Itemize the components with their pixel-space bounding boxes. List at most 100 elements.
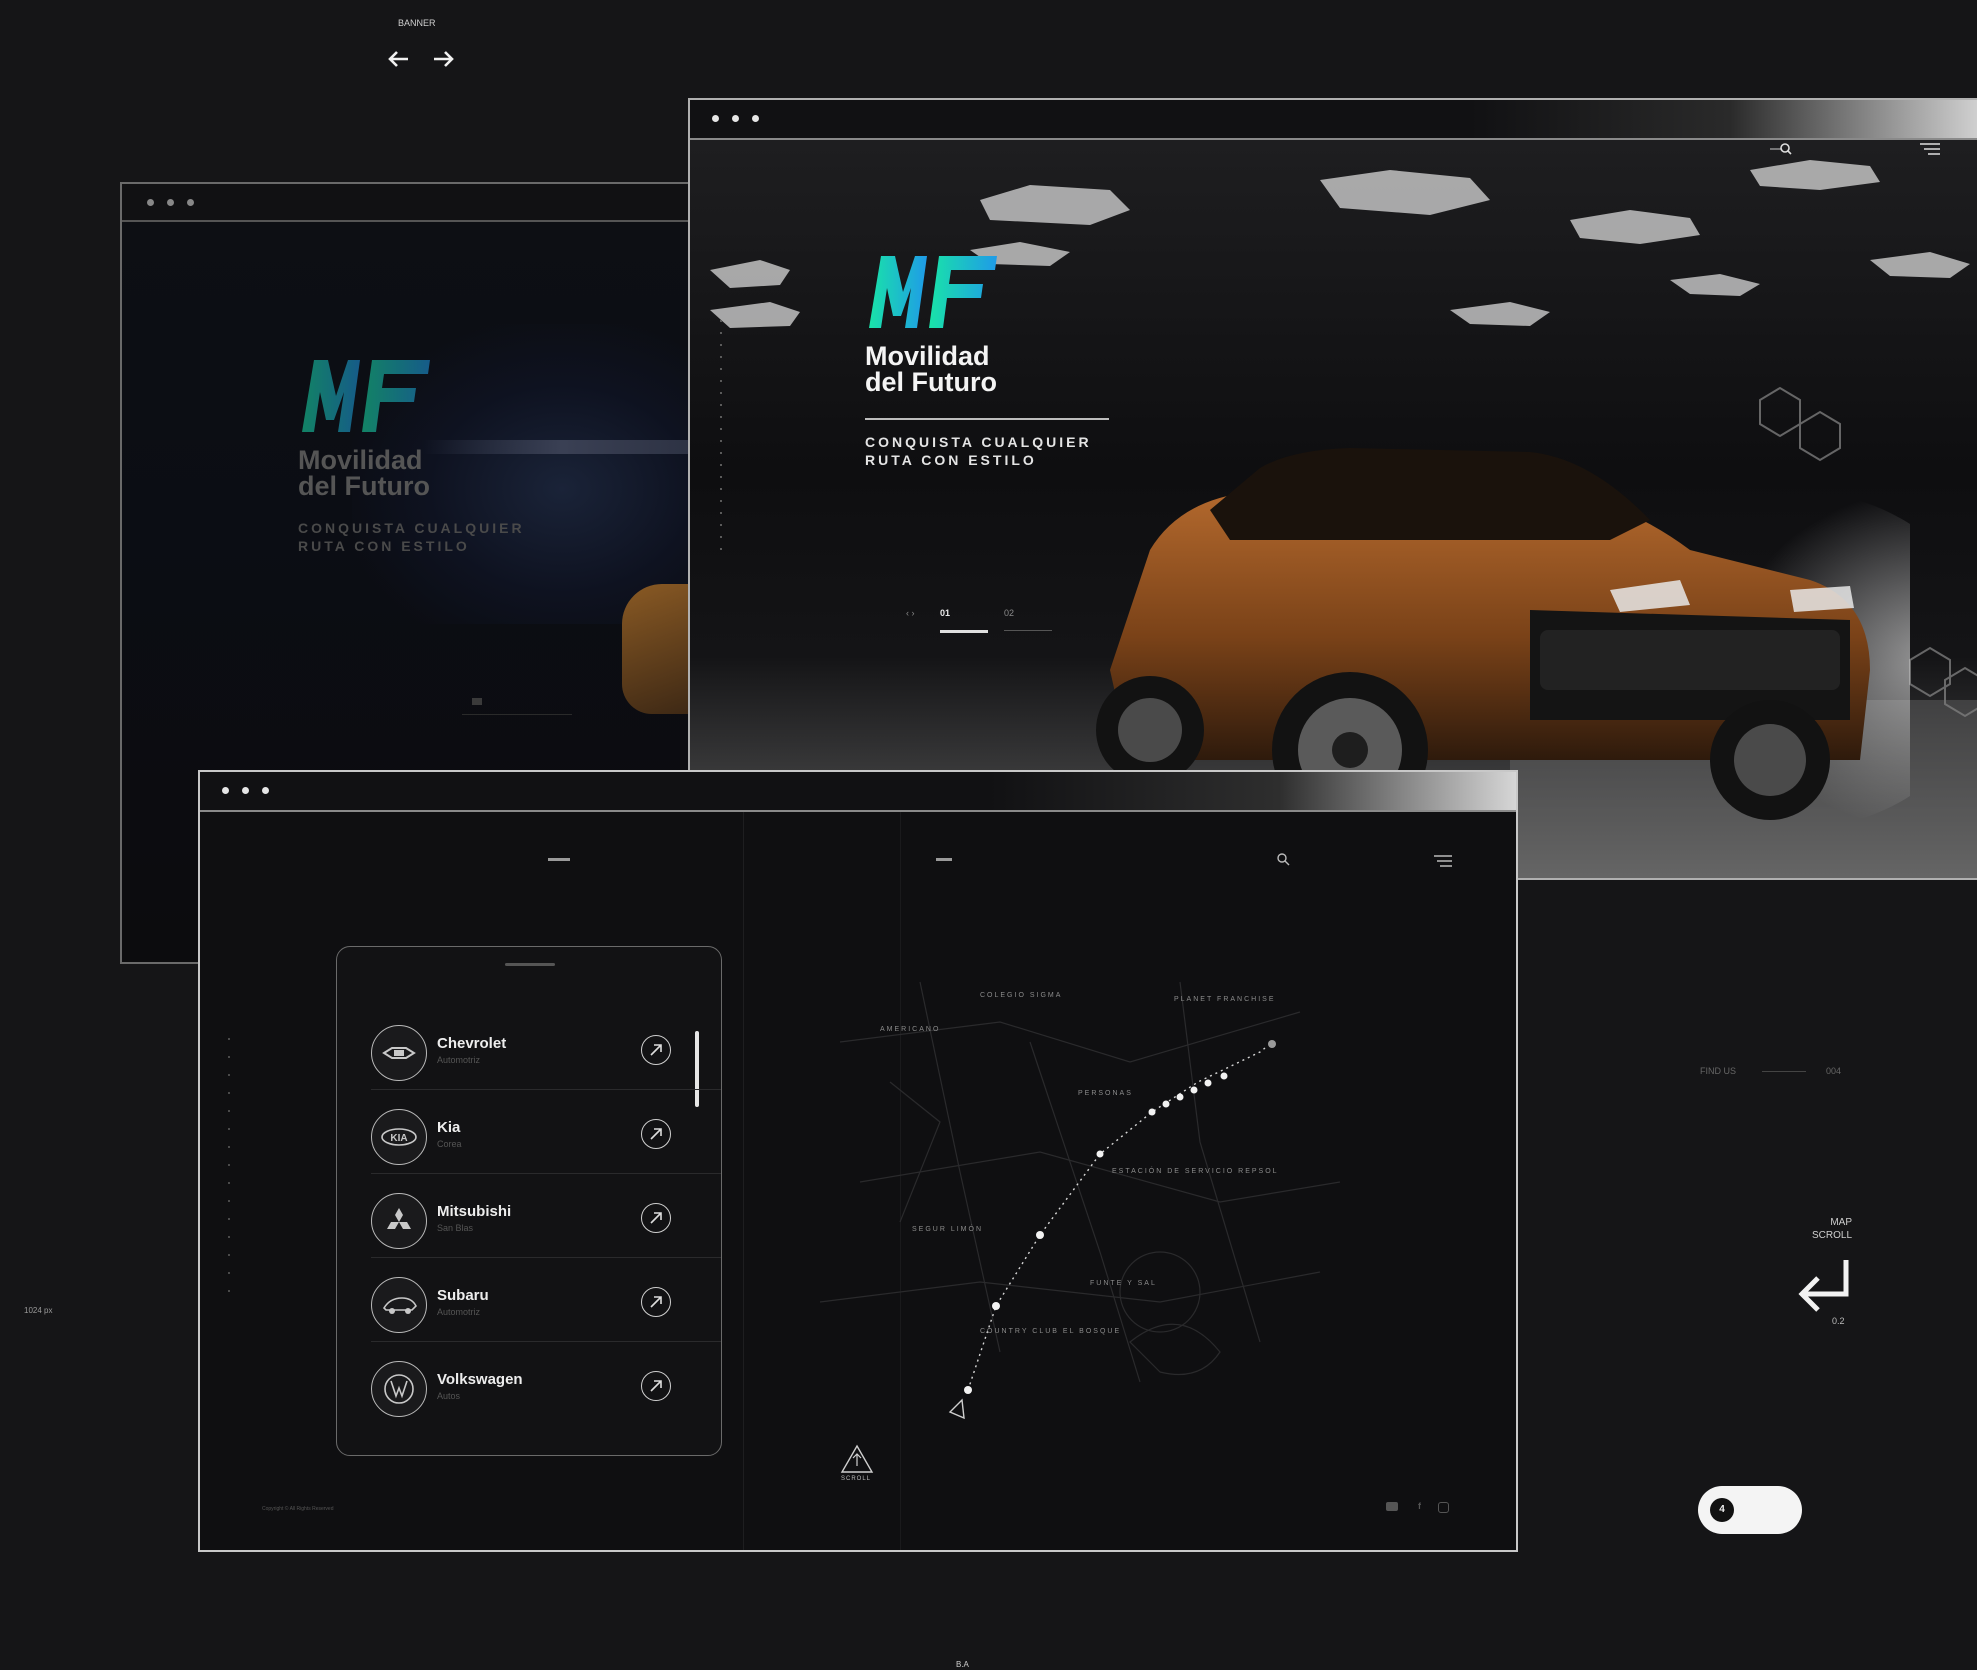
subaru-logo-icon bbox=[371, 1277, 427, 1333]
arrow-left-icon[interactable] bbox=[386, 46, 412, 72]
tagline-line2: RUTA CON ESTILO bbox=[298, 538, 470, 554]
window-titlebar bbox=[200, 772, 1516, 812]
section-label: BANNER bbox=[398, 18, 436, 28]
svg-text:KIA: KIA bbox=[390, 1133, 407, 1144]
toggle-switch[interactable]: 4 bbox=[1698, 1486, 1802, 1534]
map-scroll-line1: MAP bbox=[1830, 1217, 1852, 1228]
map-label: COUNTRY CLUB EL BOSQUE bbox=[980, 1328, 1122, 1335]
open-arrow-icon[interactable] bbox=[641, 1287, 671, 1317]
brand-item-kia[interactable]: KIA Kia Corea bbox=[371, 1103, 721, 1174]
brand-subtitle: Autos bbox=[437, 1391, 461, 1401]
panel-handle[interactable] bbox=[505, 963, 555, 966]
brand-item-subaru[interactable]: Subaru Automotriz bbox=[371, 1271, 721, 1342]
brand-list-panel: Chevrolet Automotriz KIA Kia Corea Mitsu… bbox=[336, 946, 722, 1456]
slide-prev-next[interactable]: ‹ › bbox=[906, 608, 915, 618]
window-dot bbox=[147, 199, 154, 206]
slide-indicator bbox=[472, 698, 482, 705]
width-annotation: 1024 px bbox=[24, 1306, 53, 1315]
youtube-icon[interactable] bbox=[1386, 1502, 1398, 1511]
header-nav-mark[interactable] bbox=[936, 858, 952, 861]
search-icon[interactable] bbox=[1276, 852, 1290, 866]
tagline-line2: RUTA CON ESTILO bbox=[865, 452, 1037, 468]
tagline-line1: CONQUISTA CUALQUIER bbox=[298, 520, 525, 536]
toggle-knob[interactable]: 4 bbox=[1710, 1498, 1734, 1522]
find-us-value: 004 bbox=[1826, 1066, 1842, 1076]
tagline-line1: CONQUISTA CUALQUIER bbox=[865, 434, 1092, 450]
footer-mark: B.A bbox=[956, 1660, 969, 1669]
window-dot bbox=[222, 787, 229, 794]
chevrolet-logo-icon bbox=[371, 1025, 427, 1081]
map-browser-window: Chevrolet Automotriz KIA Kia Corea Mitsu… bbox=[198, 770, 1518, 1552]
map-label: COLEGIO SIGMA bbox=[980, 992, 1063, 999]
copyright-text: Copyright © All Rights Reserved bbox=[262, 1506, 334, 1512]
vertical-progress-dots bbox=[720, 320, 722, 550]
window-titlebar bbox=[122, 184, 702, 222]
scroll-up-icon[interactable] bbox=[840, 1444, 874, 1474]
slide-next-number[interactable]: 02 bbox=[1004, 608, 1014, 618]
brand-divider bbox=[865, 418, 1109, 420]
volkswagen-logo-icon bbox=[371, 1361, 427, 1417]
mitsubishi-logo-icon bbox=[371, 1193, 427, 1249]
menu-icon[interactable] bbox=[1920, 142, 1940, 156]
brand-name: Subaru bbox=[437, 1287, 489, 1304]
brand-logo-dim bbox=[298, 356, 438, 436]
brand-name-line1: Movilidad bbox=[298, 445, 423, 475]
brand-subtitle: San Blas bbox=[437, 1223, 474, 1233]
map-scroll-value: 0.2 bbox=[1832, 1316, 1845, 1326]
map-label: FUNTE Y SAL bbox=[1090, 1280, 1157, 1287]
arrow-right-icon[interactable] bbox=[430, 46, 456, 72]
scroll-label: SCROLL bbox=[841, 1476, 872, 1482]
brand-name: Volkswagen bbox=[437, 1371, 523, 1388]
open-arrow-icon[interactable] bbox=[641, 1371, 671, 1401]
skyline bbox=[422, 440, 702, 454]
brand-name: Kia bbox=[437, 1119, 461, 1136]
menu-icon[interactable] bbox=[1434, 854, 1452, 867]
slide-current-number[interactable]: 01 bbox=[940, 608, 950, 618]
window-dot bbox=[262, 787, 269, 794]
window-dot bbox=[242, 787, 249, 794]
window-dot bbox=[187, 199, 194, 206]
header-nav-mark[interactable] bbox=[548, 858, 570, 861]
slide-inactive-bar bbox=[1004, 630, 1052, 631]
hero-browser-window: Movilidad del Futuro CONQUISTA CUALQUIER… bbox=[688, 98, 1977, 880]
slide-track bbox=[462, 714, 572, 715]
vertical-progress-dots bbox=[228, 1038, 230, 1298]
find-us-line bbox=[1762, 1071, 1806, 1072]
window-dot bbox=[712, 115, 719, 122]
brand-name-line1: Movilidad bbox=[865, 341, 990, 371]
brand-subtitle: Corea bbox=[437, 1139, 462, 1149]
brand-name: Chevrolet bbox=[437, 1035, 507, 1052]
window-dot bbox=[752, 115, 759, 122]
map-scroll-line2: SCROLL bbox=[1811, 1230, 1852, 1241]
column-divider bbox=[743, 812, 744, 1550]
brand-item-mitsubishi[interactable]: Mitsubishi San Blas bbox=[371, 1187, 721, 1258]
brand-subtitle: Automotriz bbox=[437, 1055, 481, 1065]
brand-logo bbox=[865, 252, 1005, 332]
open-arrow-icon[interactable] bbox=[641, 1119, 671, 1149]
brand-subtitle: Automotriz bbox=[437, 1307, 481, 1317]
route-map[interactable] bbox=[800, 922, 1360, 1442]
find-us-label: FIND US bbox=[1700, 1066, 1736, 1076]
kia-logo-icon: KIA bbox=[371, 1109, 427, 1165]
brand-name-line2: del Futuro bbox=[865, 367, 997, 397]
window-dot bbox=[732, 115, 739, 122]
map-label: ESTACIÓN DE SERVICIO REPSOL bbox=[1112, 1168, 1279, 1175]
map-label: PERSONAS bbox=[1078, 1090, 1133, 1097]
navigation-arrow-icon bbox=[948, 1398, 965, 1420]
brand-name-line2: del Futuro bbox=[298, 471, 430, 501]
brand-item-volkswagen[interactable]: Volkswagen Autos bbox=[371, 1355, 721, 1425]
facebook-icon[interactable]: f bbox=[1418, 1501, 1421, 1511]
window-titlebar bbox=[690, 100, 1977, 140]
map-scroll-label: MAP SCROLL bbox=[1800, 1216, 1852, 1242]
slide-active-bar bbox=[940, 630, 988, 633]
search-icon[interactable] bbox=[1770, 138, 1792, 160]
brand-item-chevrolet[interactable]: Chevrolet Automotriz bbox=[371, 1019, 721, 1090]
open-arrow-icon[interactable] bbox=[641, 1203, 671, 1233]
map-label: PLANET FRANCHISE bbox=[1174, 996, 1276, 1003]
window-dot bbox=[167, 199, 174, 206]
map-label: SEGUR LIMÓN bbox=[912, 1226, 984, 1233]
open-arrow-icon[interactable] bbox=[641, 1035, 671, 1065]
instagram-icon[interactable] bbox=[1438, 1502, 1449, 1513]
return-arrow-icon[interactable] bbox=[1796, 1256, 1852, 1314]
map-label: AMERICANO bbox=[880, 1026, 941, 1033]
